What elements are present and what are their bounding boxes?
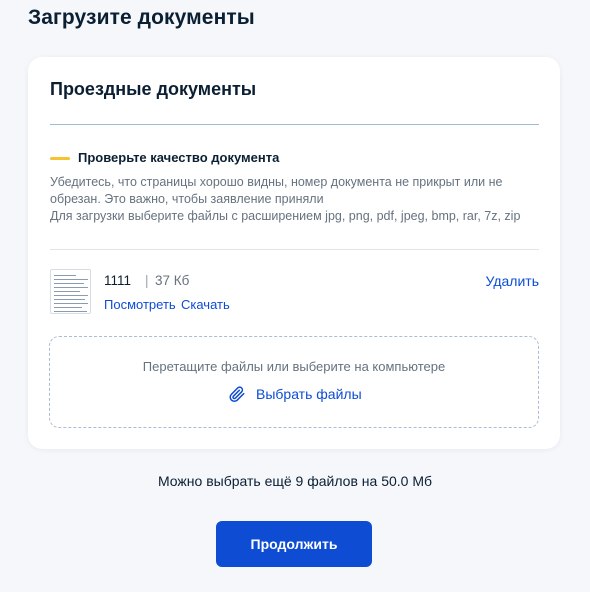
choose-files-button[interactable]: Выбрать файлы	[228, 385, 362, 403]
quality-check-title: Проверьте качество документа	[78, 150, 280, 165]
hint-text: Убедитесь, что страницы хорошо видны, но…	[50, 175, 503, 206]
dropzone-hint: Перетащите файлы или выберите на компьют…	[142, 359, 446, 374]
view-link[interactable]: Посмотреть	[104, 297, 176, 312]
upload-hint: Убедитесь, что страницы хорошо видны, но…	[50, 174, 530, 225]
document-thumbnail[interactable]	[50, 269, 91, 314]
continue-button[interactable]: Продолжить	[216, 521, 372, 567]
divider	[50, 124, 539, 125]
warning-marker	[50, 157, 70, 160]
file-limit-text: Можно выбрать ещё 9 файлов на 50.0 Мб	[157, 473, 433, 489]
file-size: 37 Кб	[155, 273, 190, 288]
paperclip-icon	[228, 385, 246, 403]
file-dropzone[interactable]: Перетащите файлы или выберите на компьют…	[49, 336, 539, 428]
download-link[interactable]: Скачать	[181, 297, 230, 312]
page-title: Загрузите документы	[28, 6, 255, 29]
divider	[50, 249, 539, 250]
delete-link[interactable]: Удалить	[486, 273, 539, 289]
card-title: Проездные документы	[50, 79, 257, 99]
allowed-extensions-text: Для загрузки выберите файлы с расширение…	[50, 209, 521, 223]
file-name: 1111	[104, 273, 132, 288]
choose-files-label: Выбрать файлы	[256, 386, 362, 402]
file-separator: |	[145, 273, 149, 288]
document-upload-card: Проездные документы Проверьте качество д…	[28, 57, 560, 449]
